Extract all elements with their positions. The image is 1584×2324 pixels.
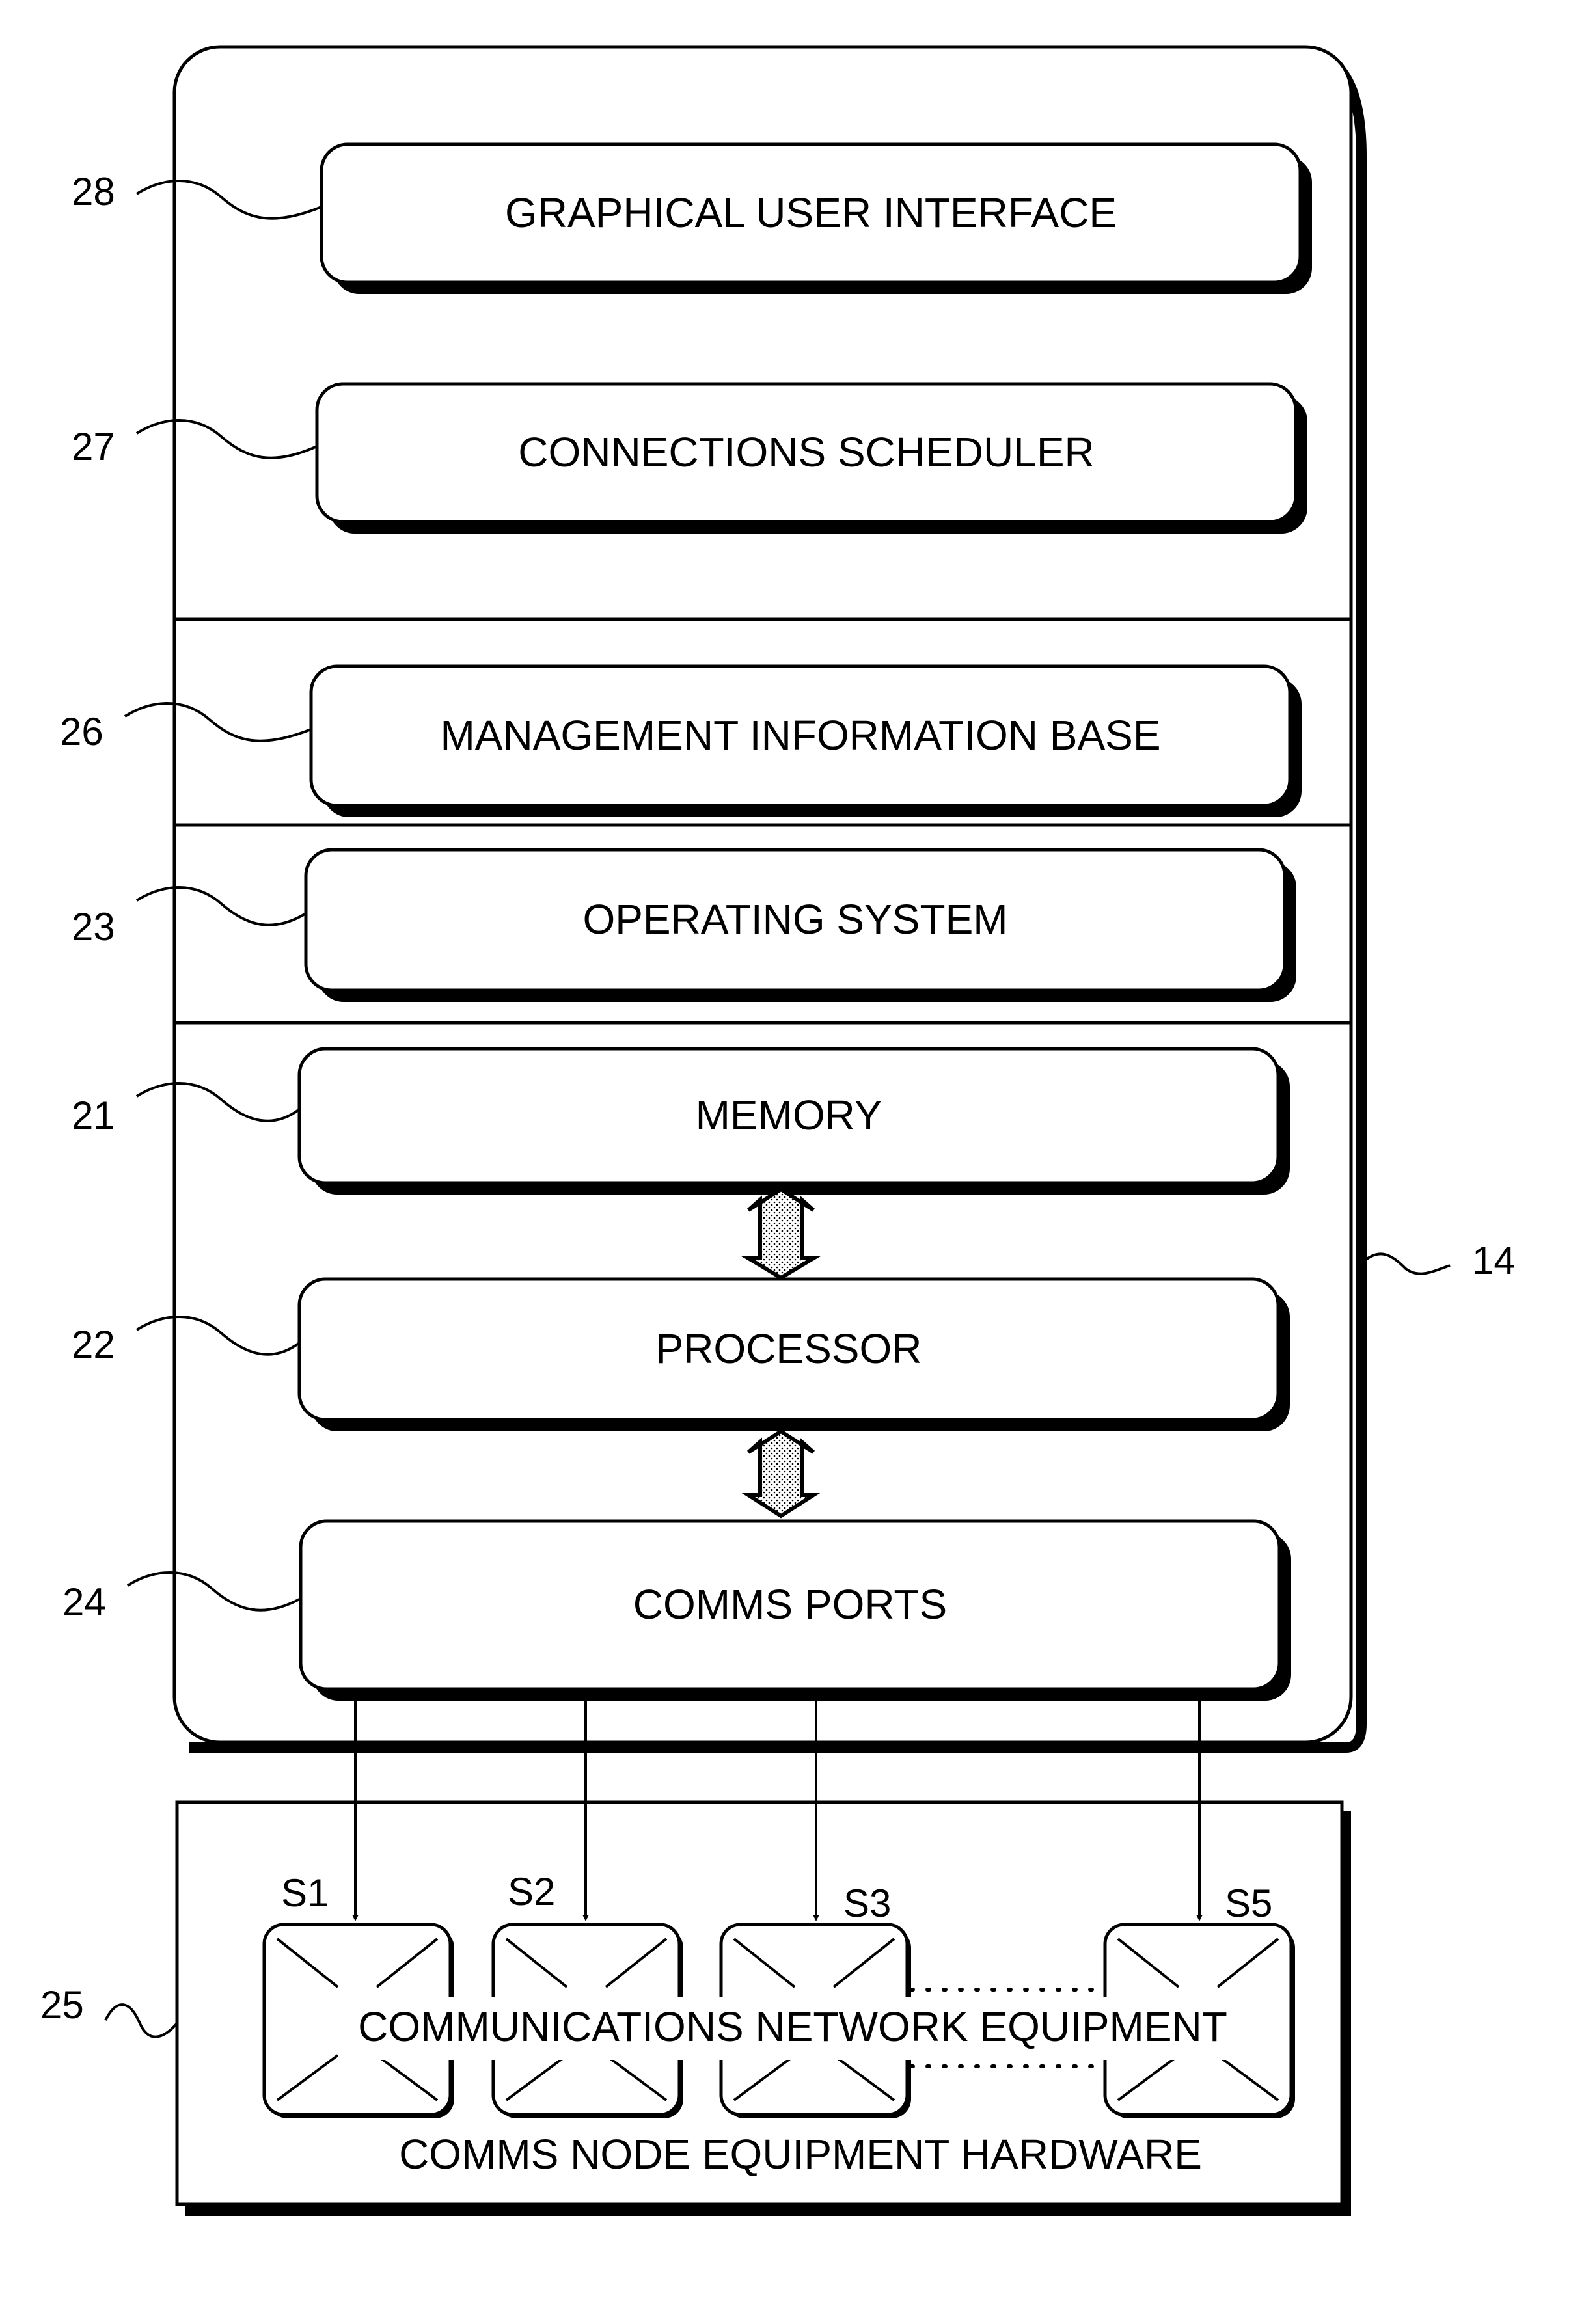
layer-box-os: OPERATING SYSTEM bbox=[304, 848, 1296, 1002]
ref-number-25: 25 bbox=[40, 1983, 84, 2027]
layer-label-memory: MEMORY bbox=[696, 1092, 882, 1139]
layer-label-mib: MANAGEMENT INFORMATION BASE bbox=[440, 712, 1160, 759]
ref-number-26: 26 bbox=[60, 710, 103, 753]
ref-number-23: 23 bbox=[72, 905, 115, 949]
network-equipment-label: COMMUNICATIONS NETWORK EQUIPMENT bbox=[358, 2003, 1227, 2050]
processor-ports-bus-arrow bbox=[741, 1429, 821, 1519]
layer-box-comms-ports: COMMS PORTS bbox=[299, 1519, 1291, 1701]
switch-label-s1: S1 bbox=[281, 1871, 329, 1915]
ref-number-28: 28 bbox=[72, 170, 115, 213]
layer-label-processor: PROCESSOR bbox=[656, 1325, 922, 1372]
system-block-diagram: GRAPHICAL USER INTERFACE CONNECTIONS SCHE… bbox=[40, 45, 1516, 2216]
ref-number-27: 27 bbox=[72, 425, 115, 468]
switch-label-s2: S2 bbox=[508, 1870, 555, 1913]
layer-box-memory: MEMORY bbox=[297, 1047, 1290, 1195]
layer-box-mib: MANAGEMENT INFORMATION BASE bbox=[309, 664, 1302, 817]
layer-label-scheduler: CONNECTIONS SCHEDULER bbox=[518, 429, 1094, 476]
memory-processor-bus-arrow bbox=[741, 1187, 821, 1280]
layer-label-comms-ports: COMMS PORTS bbox=[633, 1581, 947, 1628]
ref-number-22: 22 bbox=[72, 1323, 115, 1366]
ref-number-24: 24 bbox=[62, 1580, 106, 1624]
hardware-caption: COMMS NODE EQUIPMENT HARDWARE bbox=[399, 2131, 1202, 2178]
ref-number-14: 14 bbox=[1472, 1239, 1516, 1282]
layer-label-os: OPERATING SYSTEM bbox=[582, 896, 1007, 943]
layer-label-gui: GRAPHICAL USER INTERFACE bbox=[505, 189, 1117, 236]
layer-box-gui: GRAPHICAL USER INTERFACE bbox=[320, 142, 1312, 294]
ref-number-21: 21 bbox=[72, 1094, 115, 1137]
switch-label-s3: S3 bbox=[843, 1882, 891, 1925]
switch-label-s5: S5 bbox=[1225, 1882, 1272, 1925]
ref-14: 14 bbox=[1360, 1239, 1516, 1282]
ref-25: 25 bbox=[40, 1983, 178, 2038]
layer-box-scheduler: CONNECTIONS SCHEDULER bbox=[315, 382, 1307, 534]
layer-box-processor: PROCESSOR bbox=[297, 1277, 1290, 1431]
